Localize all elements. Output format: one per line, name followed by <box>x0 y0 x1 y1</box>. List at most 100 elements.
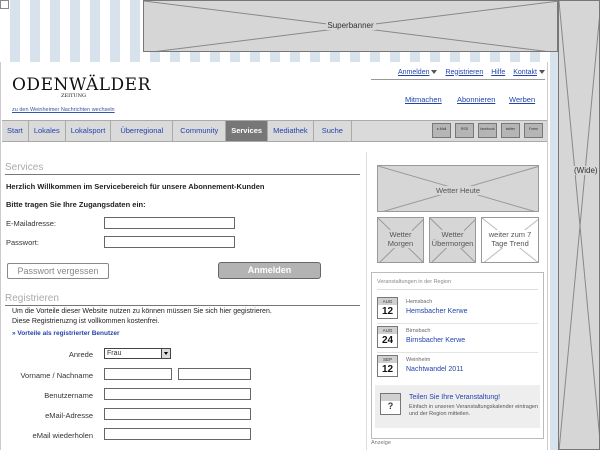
tab-start[interactable]: Start <box>2 121 29 141</box>
benefits-link[interactable]: » Vorteile als registrierter Benutzer <box>12 330 120 337</box>
skyscraper-ad[interactable]: (Wide) S <box>558 0 600 450</box>
email-label: E-Mailadresse: <box>6 219 57 228</box>
facebook-icon[interactable]: facebook <box>478 123 497 138</box>
register-heading: Registrieren <box>5 293 360 306</box>
page-content: ODENWÄLDER ZEITUNG zu den Weinheimer Nac… <box>0 62 548 450</box>
weather-tomorrow-label-2: Morgen <box>386 239 415 248</box>
weather-tomorrow-label-1: Wetter <box>388 230 413 239</box>
weather-dayafter-label-2: Übermorgen <box>430 239 475 248</box>
calendar-icon: SEP 12 <box>377 355 398 377</box>
event-place: Weinheim <box>406 357 431 363</box>
share-event-box[interactable]: ? Teilen Sie Ihre Veranstaltung! Einfach… <box>375 385 540 428</box>
weather-dayafter-box[interactable]: Wetter Übermorgen <box>429 217 476 263</box>
email-icon[interactable]: e-Mail <box>432 123 451 138</box>
email-repeat-label: eMail wiederholen <box>32 431 93 440</box>
corner-square <box>0 0 9 9</box>
tab-services[interactable]: Services <box>226 121 269 141</box>
event-place: Hemsbach <box>406 299 433 305</box>
twitter-icon[interactable]: twitter <box>501 123 520 138</box>
weather-today-box[interactable]: Wetter Heute <box>377 165 539 212</box>
question-mark: ? <box>387 401 394 411</box>
tab-lokalsport[interactable]: Lokalsport <box>66 121 112 141</box>
register-intro-2: Diese Registrieruzng ist vollkommen kost… <box>12 318 160 325</box>
event-day: 12 <box>381 364 394 375</box>
services-prompt: Bitte tragen Sie Ihre Zugangsdaten ein: <box>6 200 146 209</box>
last-name-input[interactable] <box>178 368 251 380</box>
forgot-password-button[interactable]: Passwort vergessen <box>7 263 109 279</box>
weather-dayafter-label-1: Wetter <box>440 230 465 239</box>
skyscraper-label: (Wide) S <box>572 166 599 175</box>
events-title: Veranstaltungen in der Region <box>377 279 451 285</box>
forum-icon[interactable]: Foren <box>524 123 543 138</box>
chevron-down-icon <box>161 349 170 358</box>
services-welcome: Herzlich Willkommen im Servicebereich fü… <box>6 182 265 191</box>
werben-link[interactable]: Werben <box>509 95 535 104</box>
password-label: Passwort: <box>6 238 39 247</box>
event-month: SEP <box>378 356 397 363</box>
switch-site-link[interactable]: zu den Weinheimer Nachrichten wechseln <box>12 107 115 113</box>
tab-suche[interactable]: Suche <box>314 121 352 141</box>
ad-label: Anzeige <box>371 440 391 446</box>
main-nav: Start Lokales Lokalsport Überregional Co… <box>2 120 547 142</box>
top-links: Anmelden Registrieren Hilfe Kontakt <box>371 65 545 80</box>
services-heading: Services <box>5 162 360 175</box>
event-link[interactable]: Hemsbacher Kerwe <box>406 308 467 315</box>
email-repeat-input[interactable] <box>104 428 251 440</box>
calendar-icon: AUG 24 <box>377 326 398 348</box>
event-day: 12 <box>381 306 394 317</box>
share-event-text: Einfach in unseren Veranstaltungskalende… <box>409 404 539 417</box>
anrede-label: Anrede <box>68 350 93 359</box>
reg-email-input[interactable] <box>104 408 251 420</box>
tab-ueberregional[interactable]: Überregional <box>111 121 174 141</box>
first-name-input[interactable] <box>104 368 172 380</box>
weather-trend-label-2: Tage Trend <box>490 239 530 248</box>
column-divider <box>366 152 367 450</box>
events-panel: Veranstaltungen in der Region AUG 12 Hem… <box>371 272 544 439</box>
abonnieren-link[interactable]: Abonnieren <box>457 95 495 104</box>
event-link[interactable]: Birnsbacher Kerwe <box>406 337 465 344</box>
login-link-label: Anmelden <box>397 68 430 76</box>
register-link[interactable]: Registrieren <box>445 69 483 76</box>
event-link[interactable]: Nachtwandel 2011 <box>406 366 463 373</box>
logo-title[interactable]: ODENWÄLDER <box>12 75 151 95</box>
superbanner-ad[interactable]: Superbanner <box>143 0 558 52</box>
name-label: Vorname / Nachname <box>20 371 93 380</box>
username-input[interactable] <box>104 388 251 400</box>
login-link[interactable]: Anmelden <box>398 69 438 76</box>
divider <box>377 289 538 290</box>
chevron-down-icon <box>431 69 438 74</box>
username-label: Benutzername <box>44 391 93 400</box>
contact-link-label: Kontakt <box>513 68 537 76</box>
share-icons: e-Mail RSS facebook twitter Foren <box>432 123 543 138</box>
weather-trend-label-1: weiter zum 7 <box>487 230 533 239</box>
divider <box>377 323 538 324</box>
logo-subtitle: ZEITUNG <box>61 93 87 99</box>
event-month: AUG <box>378 298 397 305</box>
login-button[interactable]: Anmelden <box>218 262 321 279</box>
divider <box>377 352 538 353</box>
share-event-link[interactable]: Teilen Sie Ihre Veranstaltung! <box>409 394 500 401</box>
reg-email-label: eMail-Adresse <box>45 411 93 420</box>
help-link[interactable]: Hilfe <box>491 69 505 76</box>
contact-link[interactable]: Kontakt <box>513 69 545 76</box>
password-input[interactable] <box>104 236 235 248</box>
superbanner-label: Superbanner <box>325 21 376 30</box>
question-icon: ? <box>380 393 401 415</box>
chevron-down-icon <box>539 69 545 74</box>
event-day: 24 <box>381 335 394 346</box>
tab-lokales[interactable]: Lokales <box>29 121 66 141</box>
tab-community[interactable]: Community <box>173 121 227 141</box>
calendar-icon: AUG 12 <box>377 297 398 319</box>
tab-mediathek[interactable]: Mediathek <box>268 121 314 141</box>
anrede-select[interactable]: Frau <box>104 348 171 359</box>
email-input[interactable] <box>104 217 235 229</box>
rss-icon[interactable]: RSS <box>455 123 474 138</box>
mitmachen-link[interactable]: Mitmachen <box>405 95 442 104</box>
event-month: AUG <box>378 327 397 334</box>
weather-trend-box[interactable]: weiter zum 7 Tage Trend <box>481 217 539 263</box>
anrede-value: Frau <box>107 350 122 357</box>
weather-today-label: Wetter Heute <box>434 186 482 195</box>
event-place: Birnsbach <box>406 328 431 334</box>
register-intro-1: Um die Vorteile dieser Website nutzen zu… <box>12 308 272 315</box>
weather-tomorrow-box[interactable]: Wetter Morgen <box>377 217 424 263</box>
